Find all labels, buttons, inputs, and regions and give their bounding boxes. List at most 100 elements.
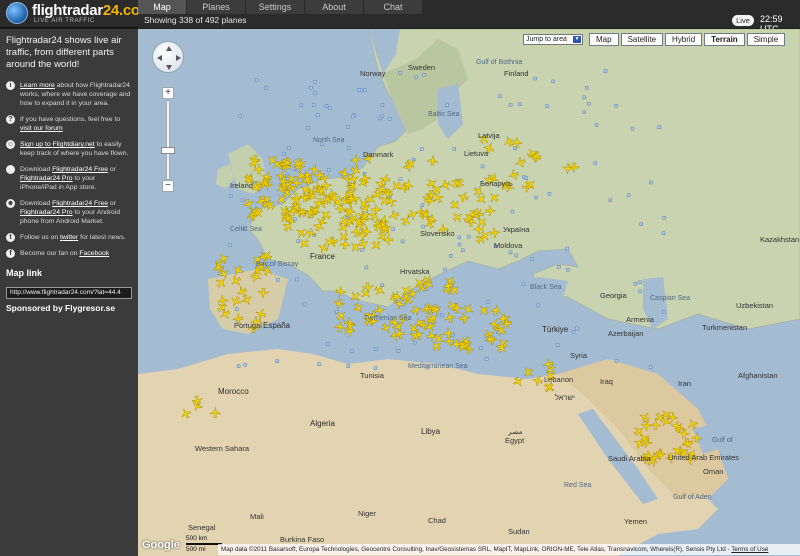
receiver-marker[interactable] [398, 177, 403, 182]
plane-icon[interactable] [389, 330, 400, 341]
receiver-marker[interactable] [325, 342, 330, 346]
receiver-marker[interactable] [282, 151, 286, 156]
plane-icon[interactable] [691, 432, 702, 443]
receiver-marker[interactable] [445, 103, 449, 107]
receiver-marker[interactable] [530, 257, 534, 261]
receiver-marker[interactable] [299, 103, 304, 108]
plane-icon[interactable] [231, 264, 245, 278]
receiver-marker[interactable] [575, 326, 579, 331]
tab-planes[interactable]: Planes [187, 0, 245, 15]
plane-icon[interactable] [686, 417, 699, 430]
receiver-marker[interactable] [452, 147, 456, 151]
plane-icon[interactable] [318, 208, 332, 222]
receiver-marker[interactable] [514, 253, 518, 258]
receiver-marker[interactable] [414, 75, 419, 80]
receiver-marker[interactable] [380, 103, 385, 107]
plane-icon[interactable] [443, 336, 455, 347]
plane-icon[interactable] [336, 230, 350, 244]
receiver-marker[interactable] [324, 104, 329, 108]
receiver-marker[interactable] [380, 114, 384, 119]
receiver-marker[interactable] [346, 364, 350, 368]
receiver-marker[interactable] [571, 330, 576, 334]
receiver-marker[interactable] [287, 146, 291, 151]
map-type-map[interactable]: Map [589, 33, 619, 46]
receiver-marker[interactable] [565, 246, 569, 251]
plane-icon[interactable] [490, 304, 502, 316]
live-badge[interactable]: Live [732, 15, 754, 26]
android-pro-link[interactable]: Flightradar24 Pro [20, 209, 73, 216]
plane-icon[interactable] [448, 198, 462, 212]
receiver-marker[interactable] [461, 248, 465, 253]
receiver-marker[interactable] [350, 349, 354, 353]
receiver-marker[interactable] [524, 176, 528, 181]
receiver-marker[interactable] [374, 347, 378, 351]
receiver-marker[interactable] [566, 268, 570, 272]
receiver-marker[interactable] [276, 278, 280, 282]
tab-about[interactable]: About [305, 0, 363, 15]
plane-icon[interactable] [333, 298, 345, 310]
receiver-marker[interactable] [420, 147, 424, 151]
receiver-marker[interactable] [638, 280, 642, 285]
plane-icon[interactable] [512, 375, 526, 389]
forum-link[interactable]: visit our forum [20, 125, 63, 132]
plane-icon[interactable] [475, 192, 489, 206]
plane-icon[interactable] [348, 240, 362, 254]
jump-to-area-select[interactable]: Jump to area ▼ [523, 34, 583, 45]
receiver-marker[interactable] [350, 114, 355, 119]
plane-icon[interactable] [672, 421, 685, 434]
plane-icon[interactable] [410, 303, 423, 316]
flightradar-logo[interactable]: flightradar24.com LIVE AIR TRAFFIC [6, 2, 153, 26]
receiver-marker[interactable] [356, 88, 361, 92]
receiver-marker[interactable] [400, 239, 405, 244]
receiver-marker[interactable] [657, 125, 661, 130]
receiver-marker[interactable] [316, 113, 320, 118]
receiver-marker[interactable] [306, 126, 310, 130]
receiver-marker[interactable] [443, 267, 447, 272]
plane-icon[interactable] [502, 135, 515, 148]
map-link-input[interactable] [6, 286, 132, 299]
receiver-marker[interactable] [396, 349, 401, 353]
receiver-marker[interactable] [585, 86, 589, 90]
plane-icon[interactable] [335, 286, 347, 297]
receiver-marker[interactable] [633, 281, 638, 286]
receiver-marker[interactable] [479, 346, 483, 350]
receiver-marker[interactable] [534, 195, 538, 200]
receiver-marker[interactable] [391, 227, 396, 232]
zoom-in-button[interactable]: + [162, 87, 174, 99]
receiver-marker[interactable] [608, 198, 612, 203]
receiver-marker[interactable] [557, 265, 561, 269]
receiver-marker[interactable] [422, 73, 426, 77]
receiver-marker[interactable] [398, 71, 402, 75]
plane-icon[interactable] [521, 366, 535, 380]
learn-more-link[interactable]: Learn more [20, 82, 55, 89]
receiver-marker[interactable] [388, 117, 392, 121]
plane-icon[interactable] [477, 303, 491, 317]
receiver-marker[interactable] [264, 86, 268, 90]
receiver-marker[interactable] [346, 125, 350, 129]
receiver-marker[interactable] [313, 80, 317, 84]
plane-icon[interactable] [412, 276, 426, 290]
plane-icon[interactable] [265, 154, 279, 168]
receiver-marker[interactable] [326, 168, 331, 172]
receiver-marker[interactable] [545, 104, 549, 108]
receiver-marker[interactable] [533, 76, 537, 81]
plane-icon[interactable] [443, 327, 454, 339]
receiver-marker[interactable] [593, 161, 597, 165]
receiver-marker[interactable] [311, 103, 316, 107]
receiver-marker[interactable] [317, 362, 321, 366]
receiver-marker[interactable] [373, 366, 378, 370]
plane-icon[interactable] [427, 154, 438, 166]
plane-icon[interactable] [349, 154, 361, 166]
sponsor-text[interactable]: Sponsored by Flygresor.se [6, 303, 132, 313]
plane-icon[interactable] [323, 236, 336, 249]
receiver-marker[interactable] [551, 79, 555, 84]
google-logo[interactable]: Google [142, 539, 180, 551]
map-type-satellite[interactable]: Satellite [620, 33, 664, 46]
receiver-marker[interactable] [328, 106, 332, 110]
receiver-marker[interactable] [594, 123, 599, 127]
plane-icon[interactable] [359, 202, 372, 215]
plane-icon[interactable] [387, 209, 400, 222]
plane-icon[interactable] [478, 229, 492, 243]
plane-icon[interactable] [452, 177, 466, 191]
receiver-marker[interactable] [296, 239, 301, 243]
